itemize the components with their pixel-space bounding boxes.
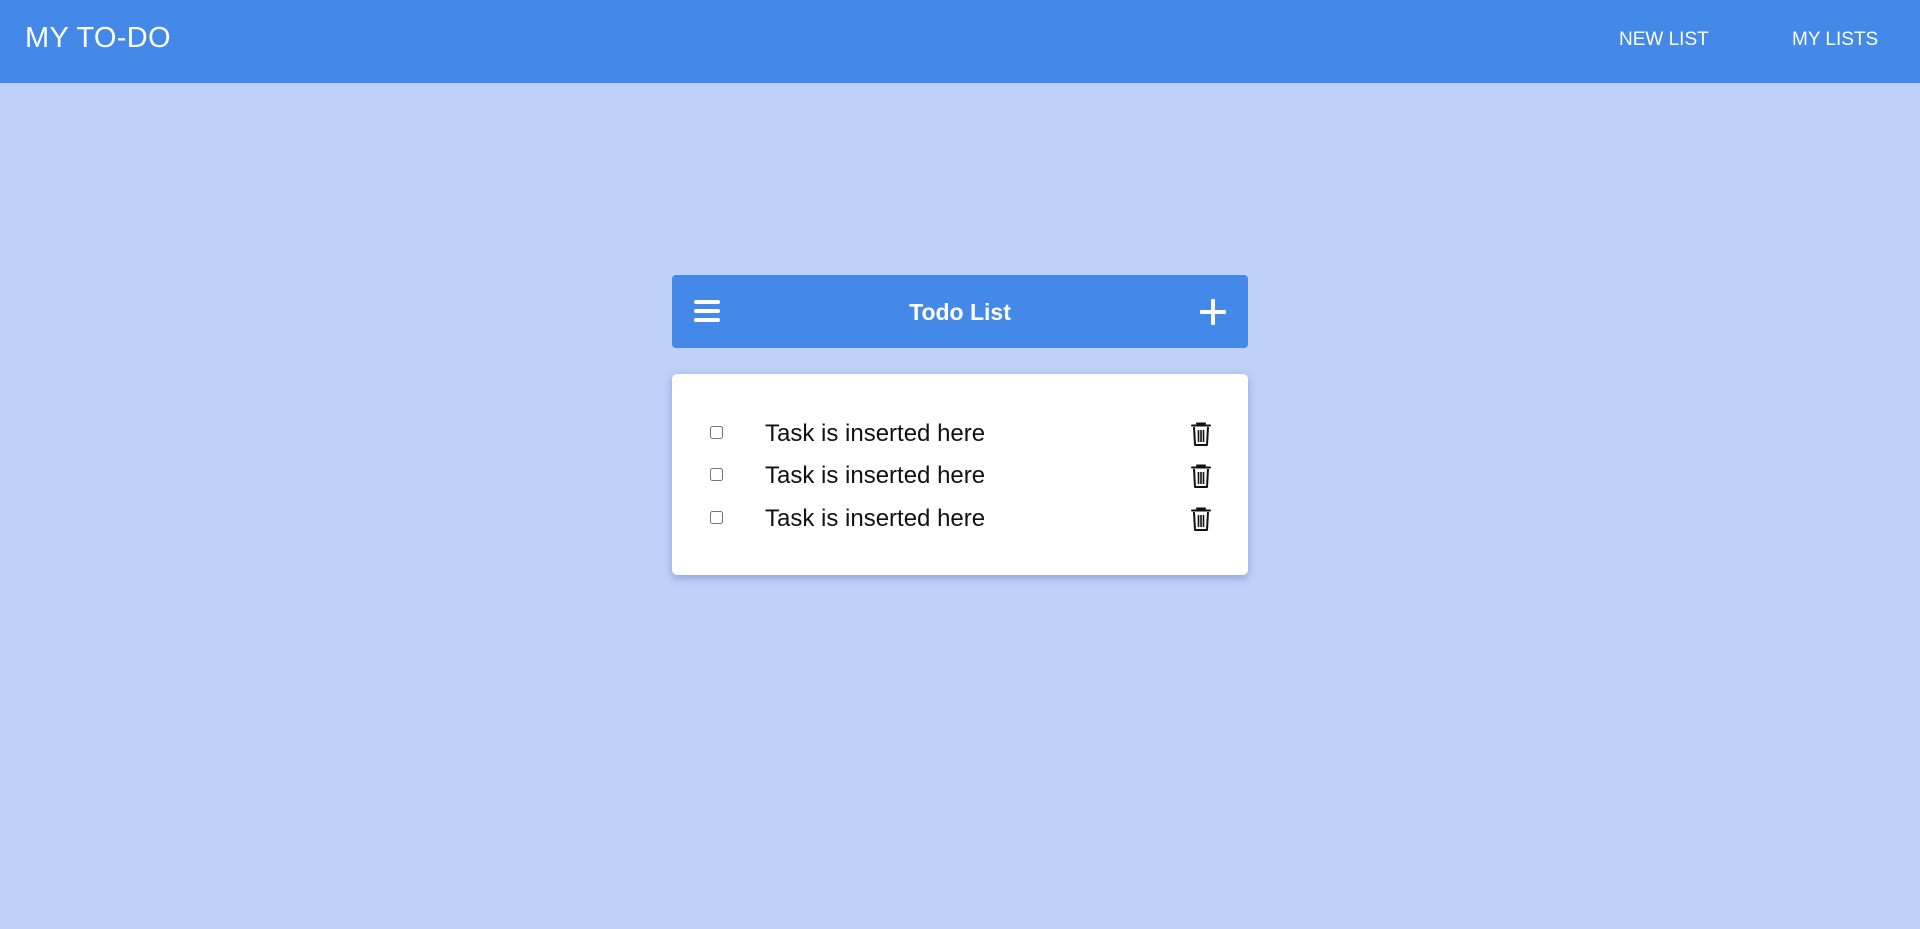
task-row: Task is inserted here [672,415,1248,455]
app-brand[interactable]: MY TO-DO [25,22,171,55]
task-checkbox[interactable] [710,468,723,481]
nav-new-list-link[interactable]: NEW LIST [1619,29,1709,51]
trash-icon[interactable] [1190,506,1212,532]
task-text: Task is inserted here [765,505,986,532]
list-title: Todo List [909,299,1011,325]
trash-icon[interactable] [1190,463,1212,489]
task-checkbox[interactable] [710,426,723,439]
trash-icon[interactable] [1190,421,1212,447]
top-navbar: MY TO-DO NEW LIST MY LISTS [0,0,1920,83]
task-checkbox[interactable] [710,511,723,524]
task-list-card: Task is inserted here Task is inserted h… [672,374,1248,575]
task-text: Task is inserted here [765,462,986,489]
task-row: Task is inserted here [672,457,1248,497]
task-row: Task is inserted here [672,500,1248,540]
nav-my-lists-link[interactable]: MY LISTS [1792,29,1878,51]
todo-list-header: Todo List [672,275,1248,348]
task-text: Task is inserted here [765,420,986,447]
add-task-plus-icon[interactable] [1200,299,1226,325]
